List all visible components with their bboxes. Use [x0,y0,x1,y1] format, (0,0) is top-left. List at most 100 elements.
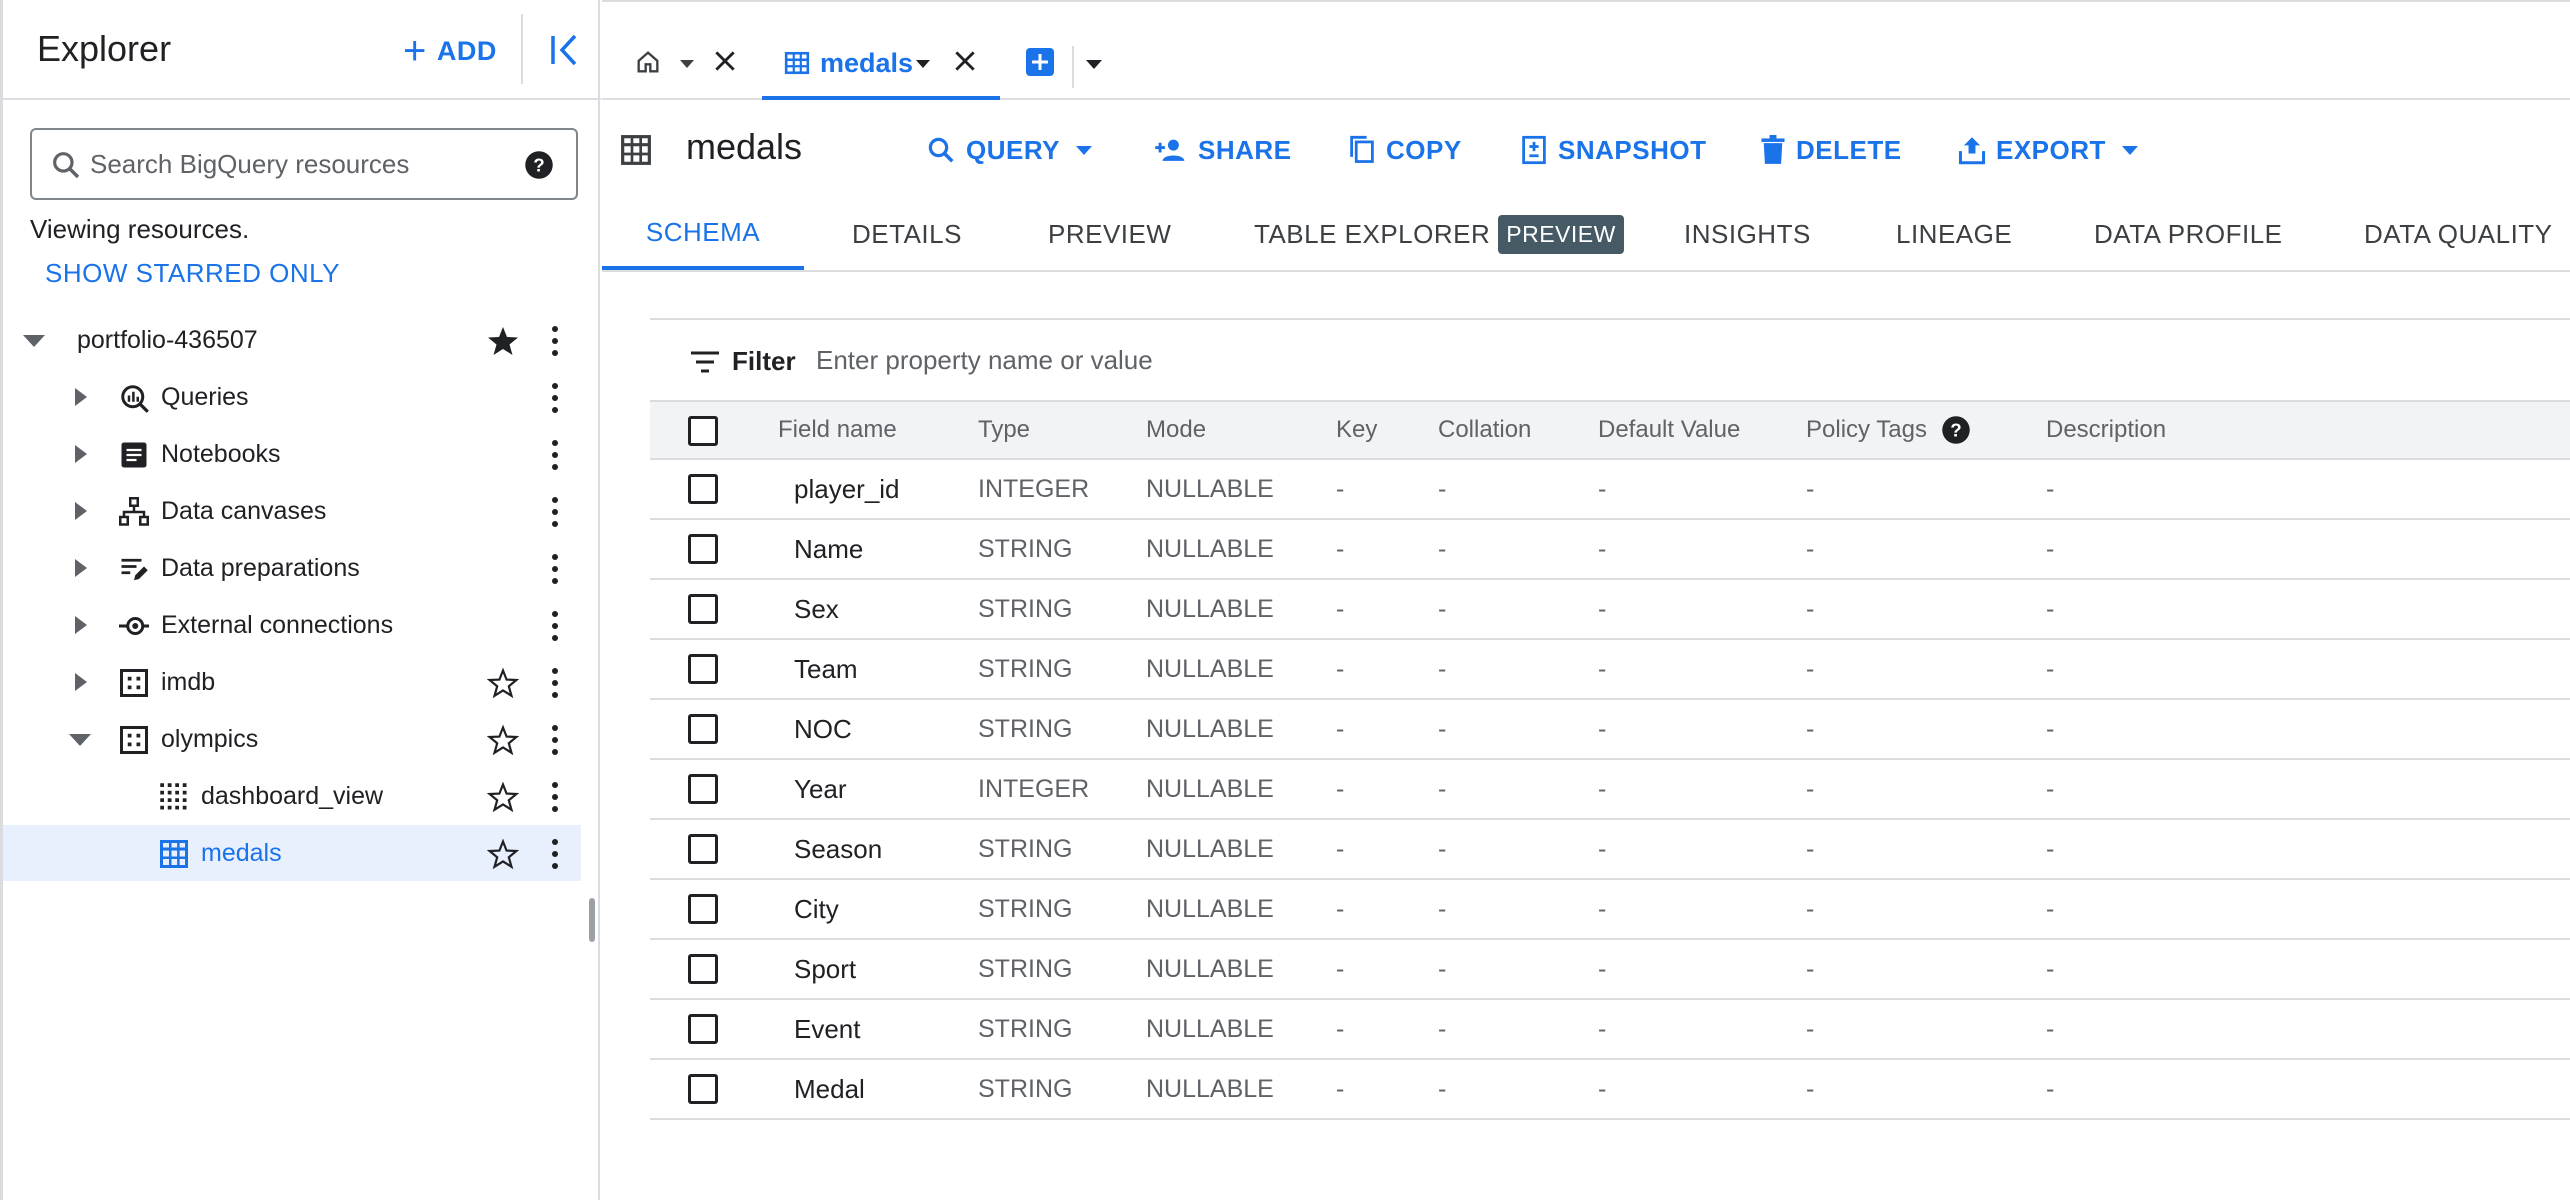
table-row[interactable]: Event STRING NULLABLE - - - - - [650,1000,2570,1060]
tree-item-queries[interactable]: Queries [3,369,581,425]
row-checkbox[interactable] [688,774,718,804]
tab-home[interactable] [616,2,750,100]
tree-item-data-canvases[interactable]: Data canvases [3,483,581,539]
caret-right-icon[interactable] [75,388,87,406]
more-vert-icon[interactable] [543,552,567,586]
tree-item-notebooks[interactable]: Notebooks [3,426,581,482]
description-cell: - [2046,594,2055,623]
tree-item-medals[interactable]: medals [3,825,581,881]
tab-preview[interactable]: PREVIEW [1048,198,1171,270]
default-value-cell: - [1598,834,1607,863]
explorer-scrollbar[interactable] [589,898,595,942]
type-cell: INTEGER [978,774,1090,803]
more-vert-icon[interactable] [543,666,567,700]
help-icon[interactable]: ? [1941,415,1971,445]
caret-right-icon[interactable] [75,559,87,577]
row-checkbox[interactable] [688,534,718,564]
add-button[interactable]: + ADD [403,30,497,72]
collation-cell: - [1438,654,1447,683]
table-row[interactable]: City STRING NULLABLE - - - - - [650,880,2570,940]
share-button[interactable]: SHARE [1154,130,1292,170]
row-checkbox[interactable] [688,714,718,744]
table-row[interactable]: NOC STRING NULLABLE - - - - - [650,700,2570,760]
star-outline-icon[interactable] [487,838,519,870]
key-cell: - [1336,714,1345,743]
more-vert-icon[interactable] [543,780,567,814]
header-description: Description [2046,416,2167,443]
table-row[interactable]: player_id INTEGER NULLABLE - - - - - [650,460,2570,520]
copy-button[interactable]: COPY [1348,130,1462,170]
tree-item-imdb[interactable]: imdb [3,654,581,710]
new-tab-button[interactable] [1026,48,1054,76]
type-cell: STRING [978,654,1073,683]
tree-item-portfolio-436507[interactable]: portfolio-436507 [3,312,581,368]
chevron-down-icon[interactable] [916,60,930,68]
star-outline-icon[interactable] [487,724,519,756]
tab-table-explorer[interactable]: TABLE EXPLORER PREVIEW [1254,198,1624,270]
tab-details[interactable]: DETAILS [852,198,962,270]
more-vert-icon[interactable] [543,837,567,871]
tree-item-dashboard-view[interactable]: dashboard_view [3,768,581,824]
caret-right-icon[interactable] [75,616,87,634]
delete-button[interactable]: DELETE [1760,130,1902,170]
caret-right-icon[interactable] [75,673,87,691]
star-filled-icon[interactable] [487,325,519,357]
row-checkbox[interactable] [688,1074,718,1104]
close-icon[interactable] [952,48,978,74]
more-vert-icon[interactable] [543,723,567,757]
caret-down-icon[interactable] [23,335,45,347]
table-row[interactable]: Year INTEGER NULLABLE - - - - - [650,760,2570,820]
caret-down-icon[interactable] [69,734,91,746]
tab-insights[interactable]: INSIGHTS [1684,198,1811,270]
show-starred-only-link[interactable]: SHOW STARRED ONLY [45,258,340,289]
copy-button-label: COPY [1386,134,1462,165]
tab-lineage[interactable]: LINEAGE [1896,198,2012,270]
tab-medals[interactable]: medals [762,2,1000,100]
tree-item-label: imdb [161,668,216,696]
tab-data-quality[interactable]: DATA QUALITY [2364,198,2553,270]
table-row[interactable]: Name STRING NULLABLE - - - - - [650,520,2570,580]
star-outline-icon[interactable] [487,781,519,813]
field-name-cell: Team [794,653,858,684]
table-row[interactable]: Sex STRING NULLABLE - - - - - [650,580,2570,640]
row-checkbox[interactable] [688,954,718,984]
select-all-checkbox[interactable] [688,416,718,446]
help-icon[interactable]: ? [524,150,554,180]
description-cell: - [2046,774,2055,803]
export-button[interactable]: EXPORT [1958,130,2138,170]
chevron-down-icon[interactable] [1086,60,1102,69]
table-row[interactable]: Medal STRING NULLABLE - - - - - [650,1060,2570,1120]
row-checkbox[interactable] [688,1014,718,1044]
caret-right-icon[interactable] [75,445,87,463]
tree-item-data-preparations[interactable]: Data preparations [3,540,581,596]
filter-input[interactable] [816,340,1416,380]
table-row[interactable]: Team STRING NULLABLE - - - - - [650,640,2570,700]
field-name-cell: Year [794,773,847,804]
more-vert-icon[interactable] [543,438,567,472]
tree-item-external-connections[interactable]: External connections [3,597,581,653]
row-checkbox[interactable] [688,654,718,684]
mode-cell: NULLABLE [1146,474,1274,503]
more-vert-icon[interactable] [543,495,567,529]
row-checkbox[interactable] [688,474,718,504]
more-vert-icon[interactable] [543,324,567,358]
search-input[interactable] [90,144,510,184]
more-vert-icon[interactable] [543,381,567,415]
more-vert-icon[interactable] [543,609,567,643]
collation-cell: - [1438,774,1447,803]
table-row[interactable]: Season STRING NULLABLE - - - - - [650,820,2570,880]
row-checkbox[interactable] [688,894,718,924]
chevron-down-icon[interactable] [680,60,694,68]
collapse-panel-button[interactable] [545,28,585,72]
close-icon[interactable] [712,48,738,74]
tree-item-olympics[interactable]: olympics [3,711,581,767]
tab-data-profile[interactable]: DATA PROFILE [2094,198,2283,270]
star-outline-icon[interactable] [487,667,519,699]
row-checkbox[interactable] [688,594,718,624]
row-checkbox[interactable] [688,834,718,864]
snapshot-button[interactable]: SNAPSHOT [1520,130,1706,170]
tab-schema[interactable]: SCHEMA [602,198,804,270]
query-button[interactable]: QUERY [926,130,1092,170]
caret-right-icon[interactable] [75,502,87,520]
table-row[interactable]: Sport STRING NULLABLE - - - - - [650,940,2570,1000]
